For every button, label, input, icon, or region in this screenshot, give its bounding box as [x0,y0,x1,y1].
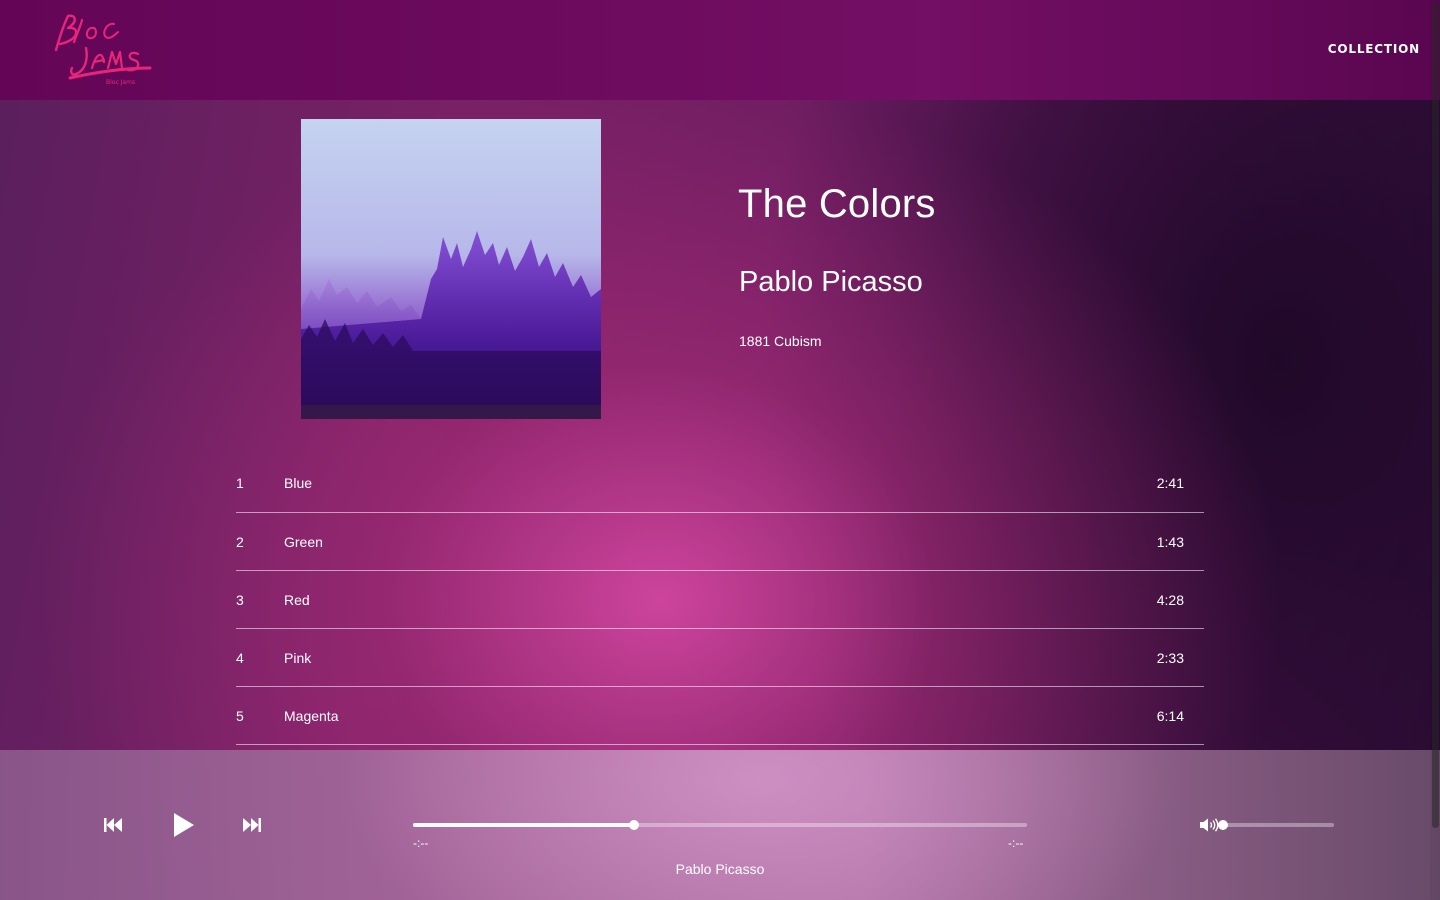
song-duration: 6:14 [1156,708,1184,724]
song-row[interactable]: 5 Magenta 6:14 [236,687,1204,745]
song-title: Pink [284,650,312,666]
song-number: 4 [236,650,244,666]
volume-icon[interactable] [1200,818,1220,837]
site-header: Bloc Jams COLLECTION [0,0,1440,100]
album-cover-image [301,119,601,419]
song-title: Magenta [284,708,339,724]
play-icon [174,813,194,837]
scrollbar-thumb[interactable] [1432,2,1439,828]
song-row[interactable]: 2 Green 1:43 [236,513,1204,571]
logo-label: Bloc Jams [106,79,135,86]
song-title: Red [284,592,310,608]
song-duration: 4:28 [1156,592,1184,608]
song-number: 2 [236,534,244,550]
play-button[interactable] [173,812,195,838]
seek-bar[interactable] [413,820,1027,830]
seek-bar-thumb[interactable] [629,820,640,830]
song-duration: 2:33 [1156,650,1184,666]
album-cover-art [301,119,601,419]
song-number: 3 [236,592,244,608]
volume-speaker-icon [1200,818,1219,832]
seek-bar-fill [413,823,635,827]
bloc-jams-logo[interactable]: Bloc Jams [46,10,152,86]
current-time: -:-- [413,836,429,850]
volume-slider[interactable] [1218,820,1334,830]
nav-collection-link[interactable]: COLLECTION [1328,42,1420,56]
song-number: 1 [236,475,244,491]
player-bar: -:-- -:-- Pablo Picasso [0,750,1440,900]
song-title: Green [284,534,323,550]
total-time: -:-- [1008,836,1024,850]
song-number: 5 [236,708,244,724]
song-list: 1 Blue 2:41 2 Green 1:43 3 Red 4:28 4 Pi… [236,454,1204,745]
song-title: Blue [284,475,313,491]
song-row[interactable]: 3 Red 4:28 [236,571,1204,629]
skip-next-icon [243,818,261,832]
song-row[interactable]: 1 Blue 2:41 [236,454,1204,513]
page-scrollbar[interactable] [1430,0,1440,900]
previous-track-button[interactable] [104,817,122,833]
album-artist: Pablo Picasso [739,266,923,298]
song-duration: 2:41 [1156,475,1184,491]
song-duration: 1:43 [1156,534,1184,550]
now-playing-artist: Pablo Picasso [675,861,765,877]
skip-previous-icon [104,818,122,832]
song-row[interactable]: 4 Pink 2:33 [236,629,1204,687]
logo-mark: Bloc Jams [54,14,152,86]
album-title: The Colors [738,182,936,226]
volume-slider-thumb[interactable] [1218,820,1228,830]
album-release-info: 1881 Cubism [739,333,822,349]
next-track-button[interactable] [243,817,261,833]
